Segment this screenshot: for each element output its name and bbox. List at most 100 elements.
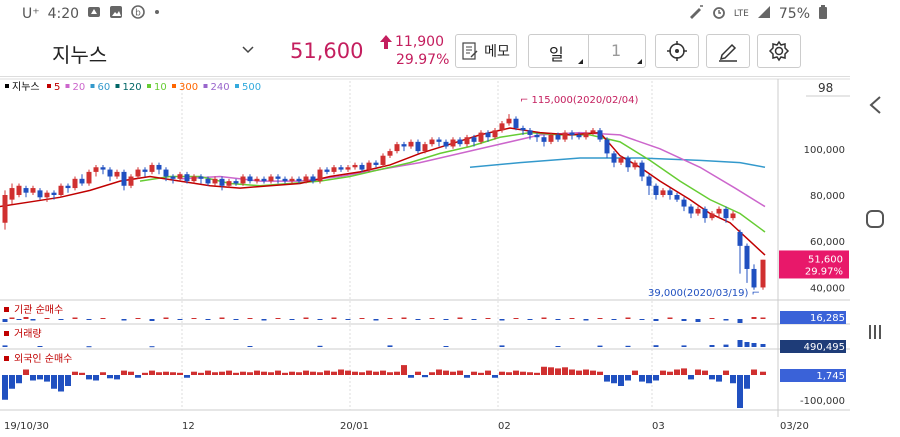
memo-button[interactable]: 메모 <box>455 34 517 68</box>
ma60-line <box>469 157 766 169</box>
foreign-bar <box>184 375 190 378</box>
foreign-bar <box>268 372 274 375</box>
volume-bar <box>744 342 750 347</box>
institution-bar <box>513 318 519 319</box>
candle <box>331 167 337 172</box>
foreign-bar <box>324 370 330 375</box>
candle <box>534 134 540 138</box>
foreign-bar <box>457 370 463 375</box>
candle <box>436 139 442 142</box>
institution-bar <box>387 318 393 319</box>
institution-bar <box>625 317 631 319</box>
battery-icon <box>818 5 828 23</box>
foreign-bar <box>590 370 596 375</box>
institution-bar <box>72 317 78 319</box>
gallery-icon <box>109 5 123 23</box>
candle <box>128 176 134 186</box>
high-annotation: ⌐ 115,000(2020/02/04) <box>520 95 638 106</box>
period-selector[interactable]: 일 1 <box>528 34 646 68</box>
foreign-bar <box>716 375 722 382</box>
candle <box>324 169 330 172</box>
panel-marker <box>4 307 9 312</box>
candle <box>688 206 694 214</box>
candle <box>555 134 561 140</box>
crosshair-button[interactable] <box>655 34 699 68</box>
institution-bar <box>205 319 211 320</box>
institution-bar <box>261 319 267 321</box>
home-icon[interactable] <box>865 209 885 229</box>
stock-chart[interactable]: 지누스 5 20 60 120 10 300 240 500 ⌐ 115,000(2020/02… <box>0 77 850 437</box>
candle <box>366 162 372 170</box>
svg-text:b: b <box>135 9 141 19</box>
foreign-bar <box>37 375 43 380</box>
foreign-bar <box>289 371 295 375</box>
foreign-bar <box>373 371 379 375</box>
foreign-bar <box>107 375 113 379</box>
foreign-bar <box>639 375 645 382</box>
foreign-bar <box>51 375 57 389</box>
foreign-bar <box>611 375 617 384</box>
institution-bar <box>219 317 225 319</box>
institution-bar <box>723 319 729 321</box>
candle <box>604 139 610 154</box>
institution-value: 16,285 <box>810 313 845 324</box>
signal-icon <box>757 5 771 23</box>
candle <box>457 139 463 145</box>
price-change: 11,900 29.97% <box>380 33 449 69</box>
volume-bar <box>443 346 449 347</box>
legend-swatch <box>90 84 95 88</box>
foreign-bar <box>583 369 589 375</box>
candle <box>72 178 78 189</box>
candle <box>471 137 477 142</box>
draw-button[interactable] <box>706 34 750 68</box>
status-bar: U⁺ 4:20 b LTE 75% <box>0 0 850 30</box>
top-right-value: 98 <box>818 81 833 95</box>
candle <box>240 176 246 184</box>
institution-bar <box>695 319 701 322</box>
period-count[interactable]: 1 <box>611 41 621 60</box>
candle <box>317 169 323 182</box>
candle <box>352 164 358 168</box>
candle <box>233 181 239 184</box>
foreign-bar <box>492 375 498 378</box>
institution-bar <box>653 319 659 321</box>
low-annotation: 39,000(2020/03/19) ⌐ <box>648 288 760 299</box>
candle <box>723 208 729 219</box>
candlestick-series <box>2 114 766 290</box>
foreign-bar <box>380 370 386 375</box>
institution-bar <box>457 317 463 319</box>
recent-apps-icon[interactable] <box>867 322 883 342</box>
candle <box>296 178 302 182</box>
candle <box>716 208 722 214</box>
clock: 4:20 <box>47 6 80 22</box>
back-icon[interactable] <box>868 95 882 115</box>
institution-bar <box>415 319 421 320</box>
chevron-down-icon[interactable] <box>242 44 254 56</box>
institution-bar <box>86 319 92 320</box>
candle <box>709 213 715 219</box>
foreign-bar <box>303 370 309 375</box>
foreign-bar <box>485 370 491 375</box>
panel-marker <box>4 331 9 336</box>
institution-bar <box>373 319 379 321</box>
y-axis: ⌐ 115,000(2020/02/04) 39,000(2020/03/19) … <box>520 81 850 299</box>
volume-bar <box>597 345 603 347</box>
candle <box>760 259 766 288</box>
x-tick-label: 12 <box>182 421 195 432</box>
count-dropdown-icon <box>637 59 642 64</box>
candle <box>751 268 757 288</box>
foreign-bar <box>233 372 239 375</box>
candle <box>548 134 554 142</box>
volume-bar <box>499 345 505 347</box>
candle <box>408 141 414 147</box>
volume-panel-title: 거래량 <box>14 328 42 340</box>
foreign-bar <box>751 369 757 375</box>
panel-marker <box>4 356 9 361</box>
foreign-bar <box>359 372 365 375</box>
settings-button[interactable] <box>757 34 801 68</box>
candle <box>597 130 603 140</box>
volume-bar <box>709 345 715 347</box>
candle <box>492 130 498 138</box>
stock-name[interactable]: 지누스 <box>52 39 107 68</box>
institution-bar <box>275 318 281 319</box>
